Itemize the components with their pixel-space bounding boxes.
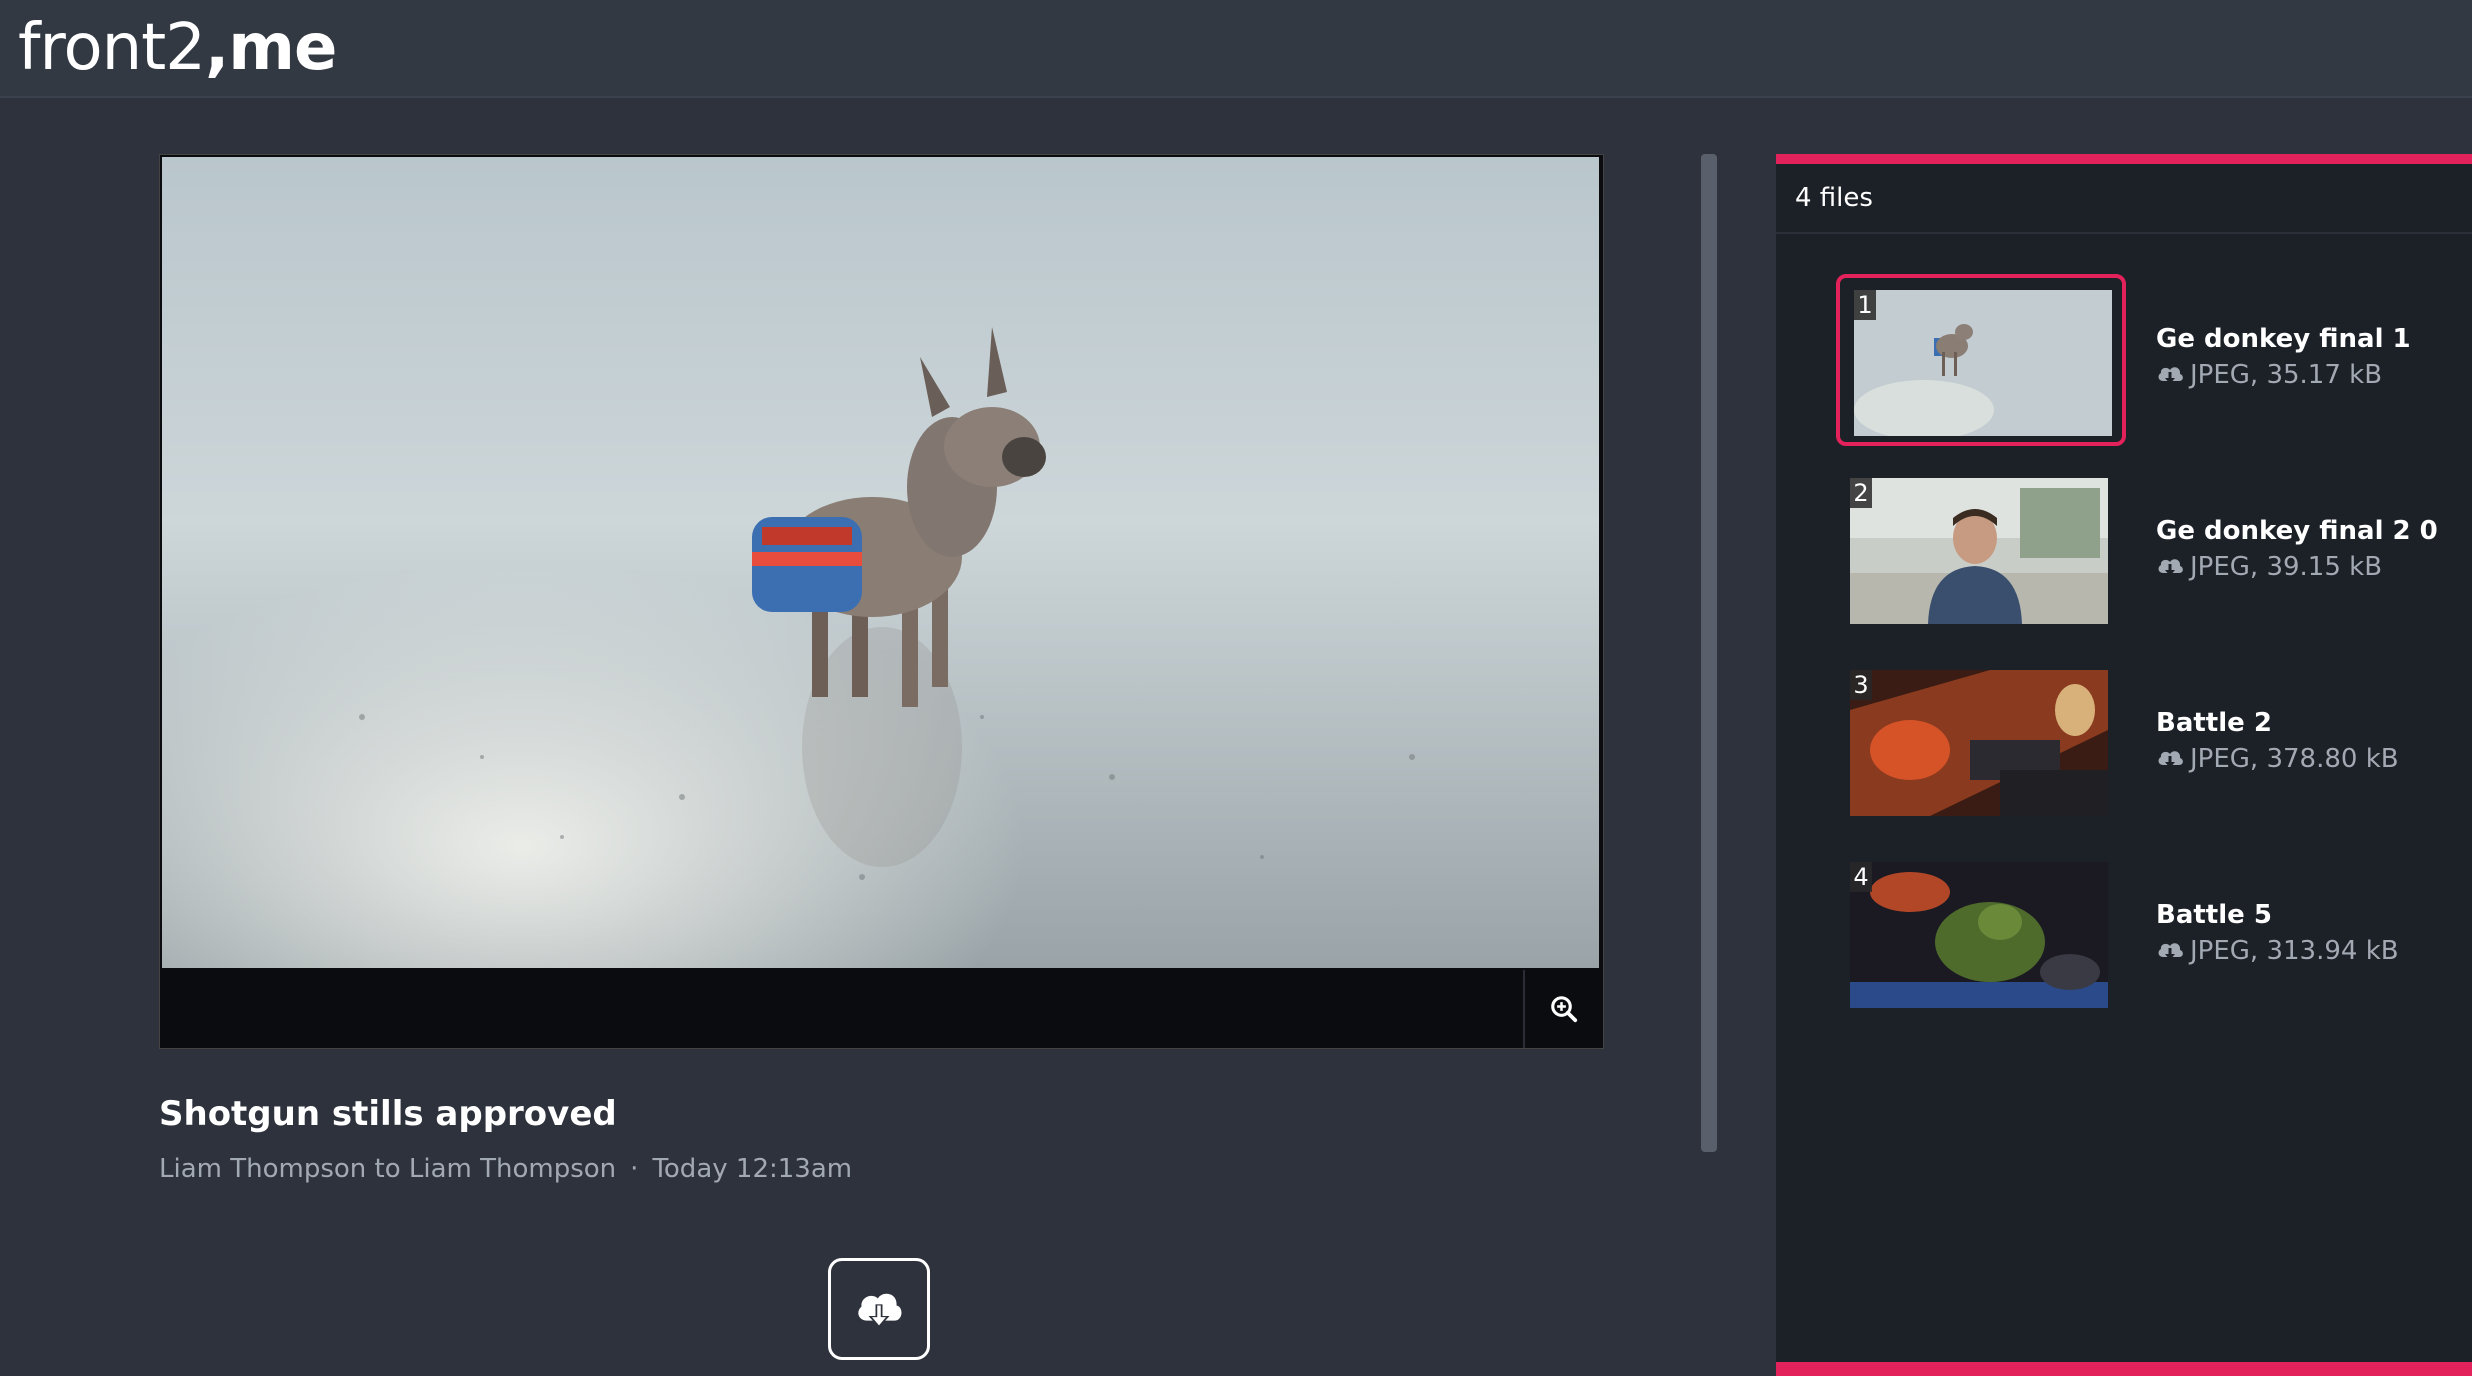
file-index: 1 [1854, 290, 1876, 320]
cloud-download-icon [2158, 943, 2183, 960]
message-meta: Liam Thompson to Liam Thompson · Today 1… [159, 1154, 852, 1184]
message-sender-line: Liam Thompson to Liam Thompson [159, 1154, 617, 1184]
file-item-1[interactable]: 1 Ge donkey final 1 JPEG, 35.17 kB [1836, 274, 2456, 446]
viewer-toolbar [160, 970, 1603, 1048]
top-bar: front2 ,me [0, 0, 2472, 98]
file-index: 3 [1850, 670, 1872, 700]
file-name: Ge donkey final 1 [2156, 324, 2411, 354]
meta-separator: · [630, 1154, 639, 1184]
cloud-download-icon [2158, 751, 2183, 768]
message-title: Shotgun stills approved [159, 1094, 617, 1134]
file-type-size: JPEG, 39.15 kB [2190, 552, 2383, 582]
file-info: Battle 5 JPEG, 313.94 kB [2156, 900, 2399, 966]
file-thumbnail [1850, 478, 2108, 624]
thumbnail-frame: 3 [1836, 658, 2126, 830]
thumbnail-frame: 4 [1836, 850, 2126, 1022]
file-info: Battle 2 JPEG, 378.80 kB [2156, 708, 2399, 774]
file-type-size: JPEG, 35.17 kB [2190, 360, 2383, 390]
logo-text-light: front2 [18, 11, 206, 85]
file-index: 4 [1850, 862, 1872, 892]
download-button[interactable] [828, 1258, 930, 1360]
thumbnail-frame: 2 [1836, 466, 2126, 638]
file-meta: JPEG, 39.15 kB [2156, 552, 2438, 582]
cloud-download-icon [2158, 367, 2183, 384]
main-scrollbar[interactable] [1701, 154, 1717, 1152]
app-logo[interactable]: front2 ,me [18, 8, 337, 88]
file-meta: JPEG, 378.80 kB [2156, 744, 2399, 774]
file-thumbnail [1854, 290, 2112, 436]
file-name: Battle 5 [2156, 900, 2272, 930]
zoom-in-button[interactable] [1523, 970, 1603, 1048]
files-panel: 4 files 1 Ge donkey final 1 JPEG, 35.17 … [1776, 154, 2472, 1376]
file-meta: JPEG, 35.17 kB [2156, 360, 2411, 390]
files-count: 4 files [1776, 164, 2472, 234]
message-time: Today 12:13am [652, 1154, 853, 1184]
file-item-3[interactable]: 3 Battle 2 JPEG, 378.80 kB [1836, 658, 2456, 830]
file-item-2[interactable]: 2 Ge donkey final 2 0 JPEG, 39.15 kB [1836, 466, 2456, 638]
file-name: Battle 2 [2156, 708, 2272, 738]
file-info: Ge donkey final 1 JPEG, 35.17 kB [2156, 324, 2411, 390]
image-viewer [159, 154, 1604, 1049]
panel-bottom-accent [1776, 1362, 2472, 1376]
cloud-download-icon [858, 1293, 902, 1328]
file-type-size: JPEG, 378.80 kB [2190, 744, 2399, 774]
logo-text-bold: ,me [204, 11, 337, 85]
cloud-download-icon [2158, 559, 2183, 576]
file-item-4[interactable]: 4 Battle 5 JPEG, 313.94 kB [1836, 850, 2456, 1022]
thumbnail-frame: 1 [1836, 274, 2126, 446]
file-info: Ge donkey final 2 0 JPEG, 39.15 kB [2156, 516, 2438, 582]
file-index: 2 [1850, 478, 1872, 508]
main-image[interactable] [162, 157, 1599, 968]
zoom-in-icon [1551, 996, 1578, 1023]
file-thumbnail [1850, 862, 2108, 1008]
file-name: Ge donkey final 2 0 [2156, 516, 2438, 546]
file-meta: JPEG, 313.94 kB [2156, 936, 2399, 966]
file-type-size: JPEG, 313.94 kB [2190, 936, 2399, 966]
file-thumbnail [1850, 670, 2108, 816]
